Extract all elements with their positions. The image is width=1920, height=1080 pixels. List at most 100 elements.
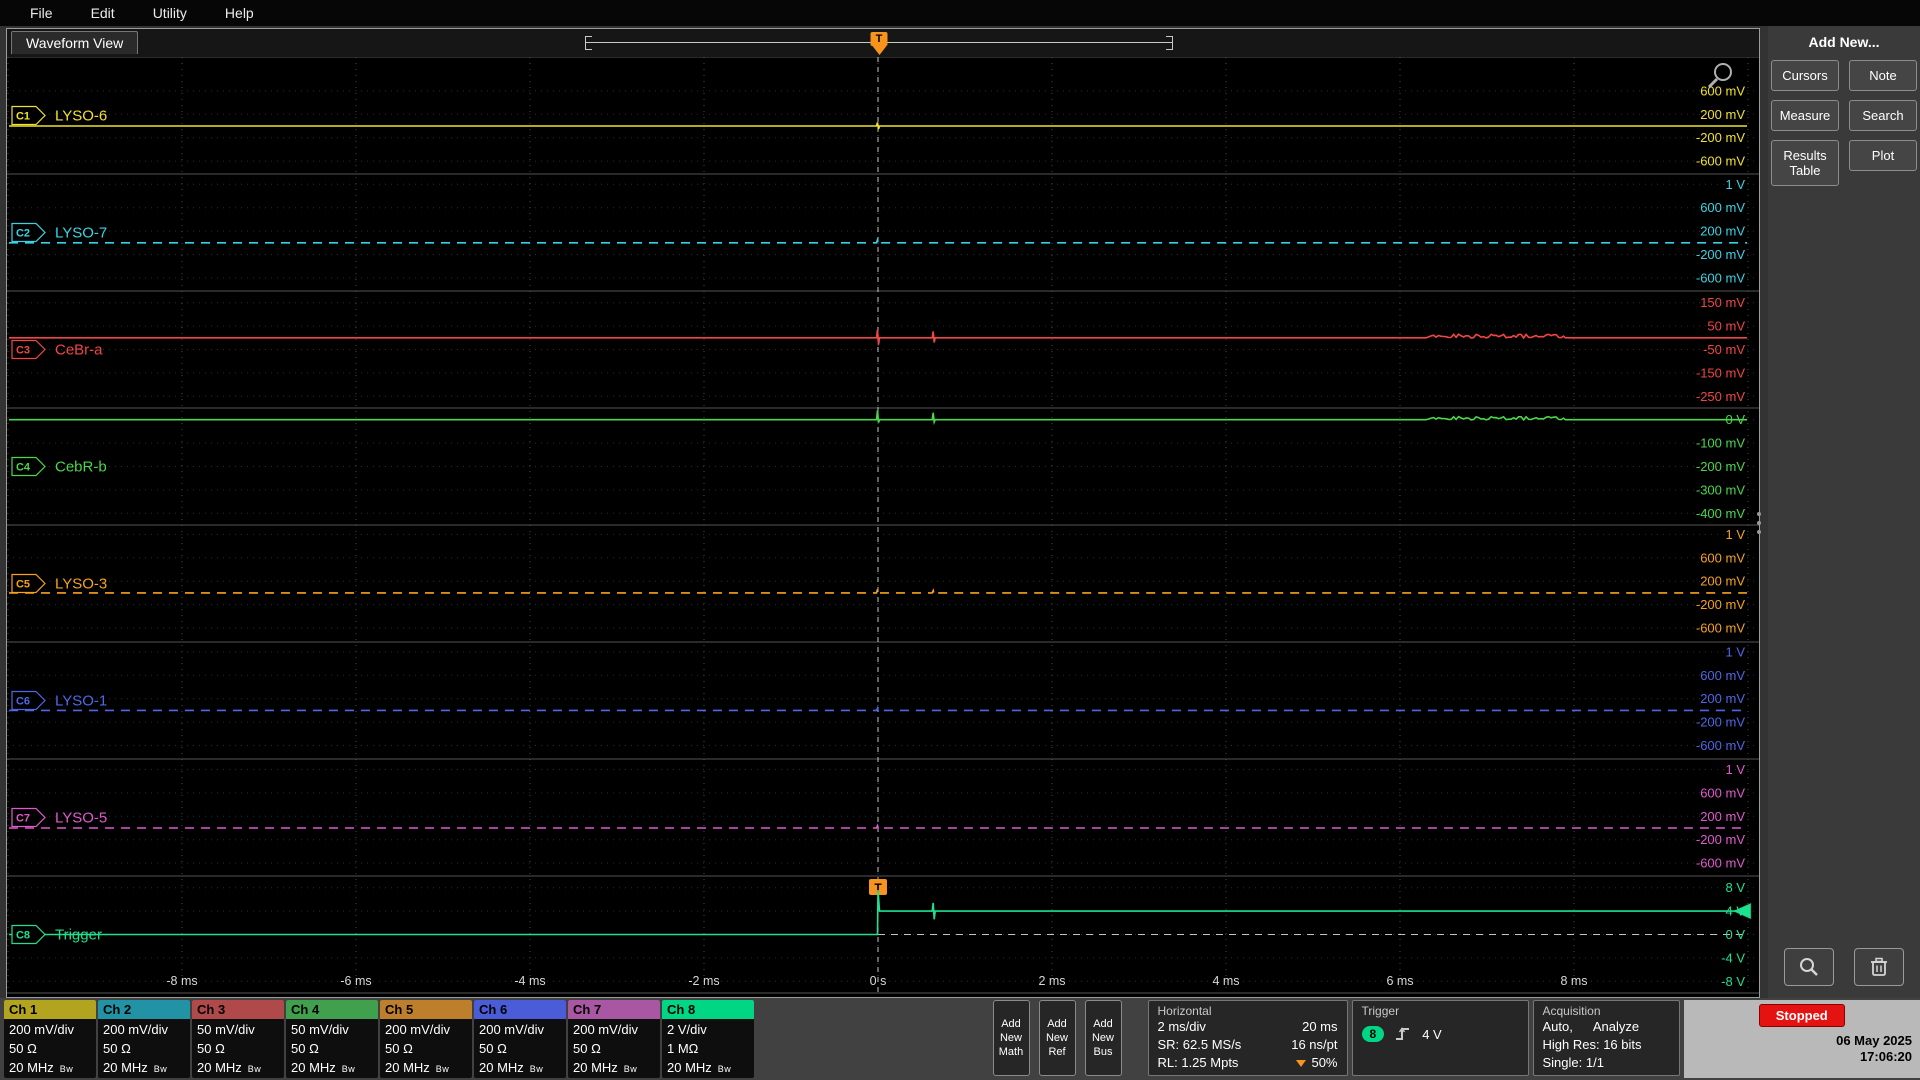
channel-6-badge[interactable]: Ch 6 200 mV/div 50 Ω 20 MHz Bw: [474, 1000, 566, 1078]
scale-label: 200 mV: [1700, 691, 1745, 706]
channel-4-scale: 50 mV/div: [291, 1022, 349, 1037]
channel-tag-c7[interactable]: C7 LYSO-5: [11, 807, 107, 828]
waveform-view-tab[interactable]: Waveform View: [11, 31, 139, 54]
main-area: Waveform View T T 600 mV 200 mV -200 mV -600…: [0, 26, 1920, 998]
expansion-point-icon: [1296, 1059, 1307, 1067]
menu-bar: File Edit Utility Help: [0, 0, 1920, 26]
channel-2-impedance: 50 Ω: [103, 1041, 131, 1056]
svg-text:LYSO-5: LYSO-5: [55, 810, 107, 827]
scale-label: -200 mV: [1696, 130, 1745, 145]
svg-text:Trigger: Trigger: [55, 927, 102, 944]
acquisition-overview-bar[interactable]: T: [585, 32, 1173, 55]
horizontal-settings-panel[interactable]: Horizontal 2 ms/div 20 ms SR: 62.5 MS/s …: [1147, 1000, 1348, 1076]
add-cursors-button[interactable]: Cursors: [1771, 60, 1839, 91]
channel-8-badge[interactable]: Ch 8 2 V/div 1 MΩ 20 MHz Bw: [662, 1000, 754, 1078]
add-new-math-button[interactable]: Add New Math: [992, 1000, 1030, 1076]
channel-3-badge[interactable]: Ch 3 50 mV/div 50 Ω 20 MHz Bw: [192, 1000, 284, 1078]
add-search-button[interactable]: Search: [1849, 100, 1917, 131]
run-stop-button[interactable]: Stopped: [1758, 1004, 1845, 1027]
channel-1-badge[interactable]: Ch 1 200 mV/div 50 Ω 20 MHz Bw: [4, 1000, 96, 1078]
add-new-ref-button[interactable]: Add New Ref: [1038, 1000, 1076, 1076]
scale-label: 600 mV: [1700, 668, 1745, 683]
time-axis-label: 0 s: [870, 974, 887, 988]
bandwidth-limit-icon: Bw: [435, 1064, 450, 1074]
time-axis-label: 4 ms: [1212, 974, 1239, 988]
scale-label: -4 V: [1721, 950, 1745, 965]
scale-label: -600 mV: [1696, 738, 1745, 753]
channel-tag-c6[interactable]: C6 LYSO-1: [11, 690, 107, 711]
add-measure-button[interactable]: Measure: [1771, 100, 1839, 131]
scale-label: -600 mV: [1696, 270, 1745, 285]
panel-divider-handle[interactable]: [1757, 512, 1761, 534]
trigger-settings-panel[interactable]: Trigger 8 4 V: [1351, 1000, 1529, 1076]
bandwidth-limit-icon: Bw: [717, 1064, 732, 1074]
channel-tag-c4[interactable]: C4 CebR-b: [11, 456, 107, 477]
channel-7-bandwidth: 20 MHz Bw: [573, 1060, 638, 1075]
channel-tag-c2[interactable]: C2 LYSO-7: [11, 222, 107, 243]
trash-button[interactable]: [1854, 948, 1904, 986]
svg-text:C3: C3: [16, 345, 30, 357]
menu-utility[interactable]: Utility: [143, 5, 215, 21]
scale-label: -200 mV: [1696, 459, 1745, 474]
channel-1-title: Ch 1: [4, 1000, 96, 1019]
scale-label: -600 mV: [1696, 621, 1745, 636]
acquisition-analyze: Analyze: [1592, 1019, 1640, 1034]
channel-tag-c8[interactable]: C8 Trigger: [11, 924, 102, 945]
channel-5-impedance: 50 Ω: [385, 1041, 413, 1056]
acquisition-settings-panel[interactable]: Acquisition Auto, Analyze High Res: 16 b…: [1532, 1000, 1680, 1076]
menu-help[interactable]: Help: [215, 5, 282, 21]
scale-label: -600 mV: [1696, 856, 1745, 871]
svg-text:C7: C7: [16, 813, 30, 825]
svg-text:C6: C6: [16, 696, 30, 708]
channel-4-badge[interactable]: Ch 4 50 mV/div 50 Ω 20 MHz Bw: [286, 1000, 378, 1078]
add-plot-button[interactable]: Plot: [1849, 140, 1917, 171]
scale-label: -50 mV: [1703, 342, 1745, 357]
svg-text:CeBr-a: CeBr-a: [55, 342, 103, 359]
acquisition-title: Acquisition: [1542, 1004, 1601, 1018]
scale-label: 200 mV: [1700, 224, 1745, 239]
channel-3-bandwidth: 20 MHz Bw: [197, 1060, 262, 1075]
bottom-status-bar: Ch 1 200 mV/div 50 Ω 20 MHz Bw Ch 2 200 m…: [0, 998, 1920, 1080]
waveform-view-header: Waveform View T: [7, 29, 1759, 57]
rising-edge-icon: [1396, 1027, 1410, 1040]
channel-8-impedance: 1 MΩ: [667, 1041, 699, 1056]
add-new-bus-button[interactable]: Add New Bus: [1084, 1000, 1122, 1076]
scale-label: -8 V: [1721, 974, 1745, 989]
horizontal-position: 50%: [1311, 1055, 1338, 1070]
add-results-table-button[interactable]: Results Table: [1771, 140, 1839, 186]
channel-5-badge[interactable]: Ch 5 200 mV/div 50 Ω 20 MHz Bw: [380, 1000, 472, 1078]
scale-label: 200 mV: [1700, 107, 1745, 122]
scale-label: 0 V: [1725, 412, 1745, 427]
waveform-plot[interactable]: T 600 mV 200 mV -200 mV -600 mV 1 V 600 mV 200 …: [7, 57, 1759, 997]
channel-7-title: Ch 7: [568, 1000, 660, 1019]
channel-2-badge[interactable]: Ch 2 200 mV/div 50 Ω 20 MHz Bw: [98, 1000, 190, 1078]
svg-text:LYSO-6: LYSO-6: [55, 108, 107, 125]
channel-tag-c3[interactable]: C3 CeBr-a: [11, 339, 103, 360]
scale-label: 600 mV: [1700, 550, 1745, 565]
trash-icon: [1871, 957, 1887, 976]
scale-label: 200 mV: [1700, 809, 1745, 824]
time-label: 17:06:20: [1859, 1049, 1912, 1064]
time-axis-label: -6 ms: [340, 974, 371, 988]
svg-text:LYSO-1: LYSO-1: [55, 693, 107, 710]
channel-tag-c5[interactable]: C5 LYSO-3: [11, 573, 107, 594]
channel-5-bandwidth: 20 MHz Bw: [385, 1060, 450, 1075]
waveform-view-panel: Waveform View T T 600 mV 200 mV -200 mV -600…: [6, 28, 1760, 998]
add-note-button[interactable]: Note: [1849, 60, 1917, 91]
channel-2-title: Ch 2: [98, 1000, 190, 1019]
waveform-canvas[interactable]: T600 mV200 mV-200 mV-600 mV1 V600 mV200 …: [7, 57, 1759, 997]
scale-label: -250 mV: [1696, 389, 1745, 404]
trigger-position-marker[interactable]: T: [870, 32, 888, 55]
channel-tag-c1[interactable]: C1 LYSO-6: [11, 105, 107, 126]
record-length: RL: 1.25 Mpts: [1157, 1055, 1239, 1070]
channel-3-scale: 50 mV/div: [197, 1022, 255, 1037]
channel-7-badge[interactable]: Ch 7 200 mV/div 50 Ω 20 MHz Bw: [568, 1000, 660, 1078]
scale-label: 8 V: [1725, 880, 1745, 895]
trigger-title: Trigger: [1361, 1004, 1400, 1018]
scale-label: 1 V: [1725, 644, 1745, 659]
menu-file[interactable]: File: [20, 5, 81, 21]
scale-label: -150 mV: [1696, 365, 1745, 380]
time-axis-label: 6 ms: [1386, 974, 1413, 988]
zoom-mode-button[interactable]: [1784, 948, 1834, 986]
menu-edit[interactable]: Edit: [81, 5, 143, 21]
